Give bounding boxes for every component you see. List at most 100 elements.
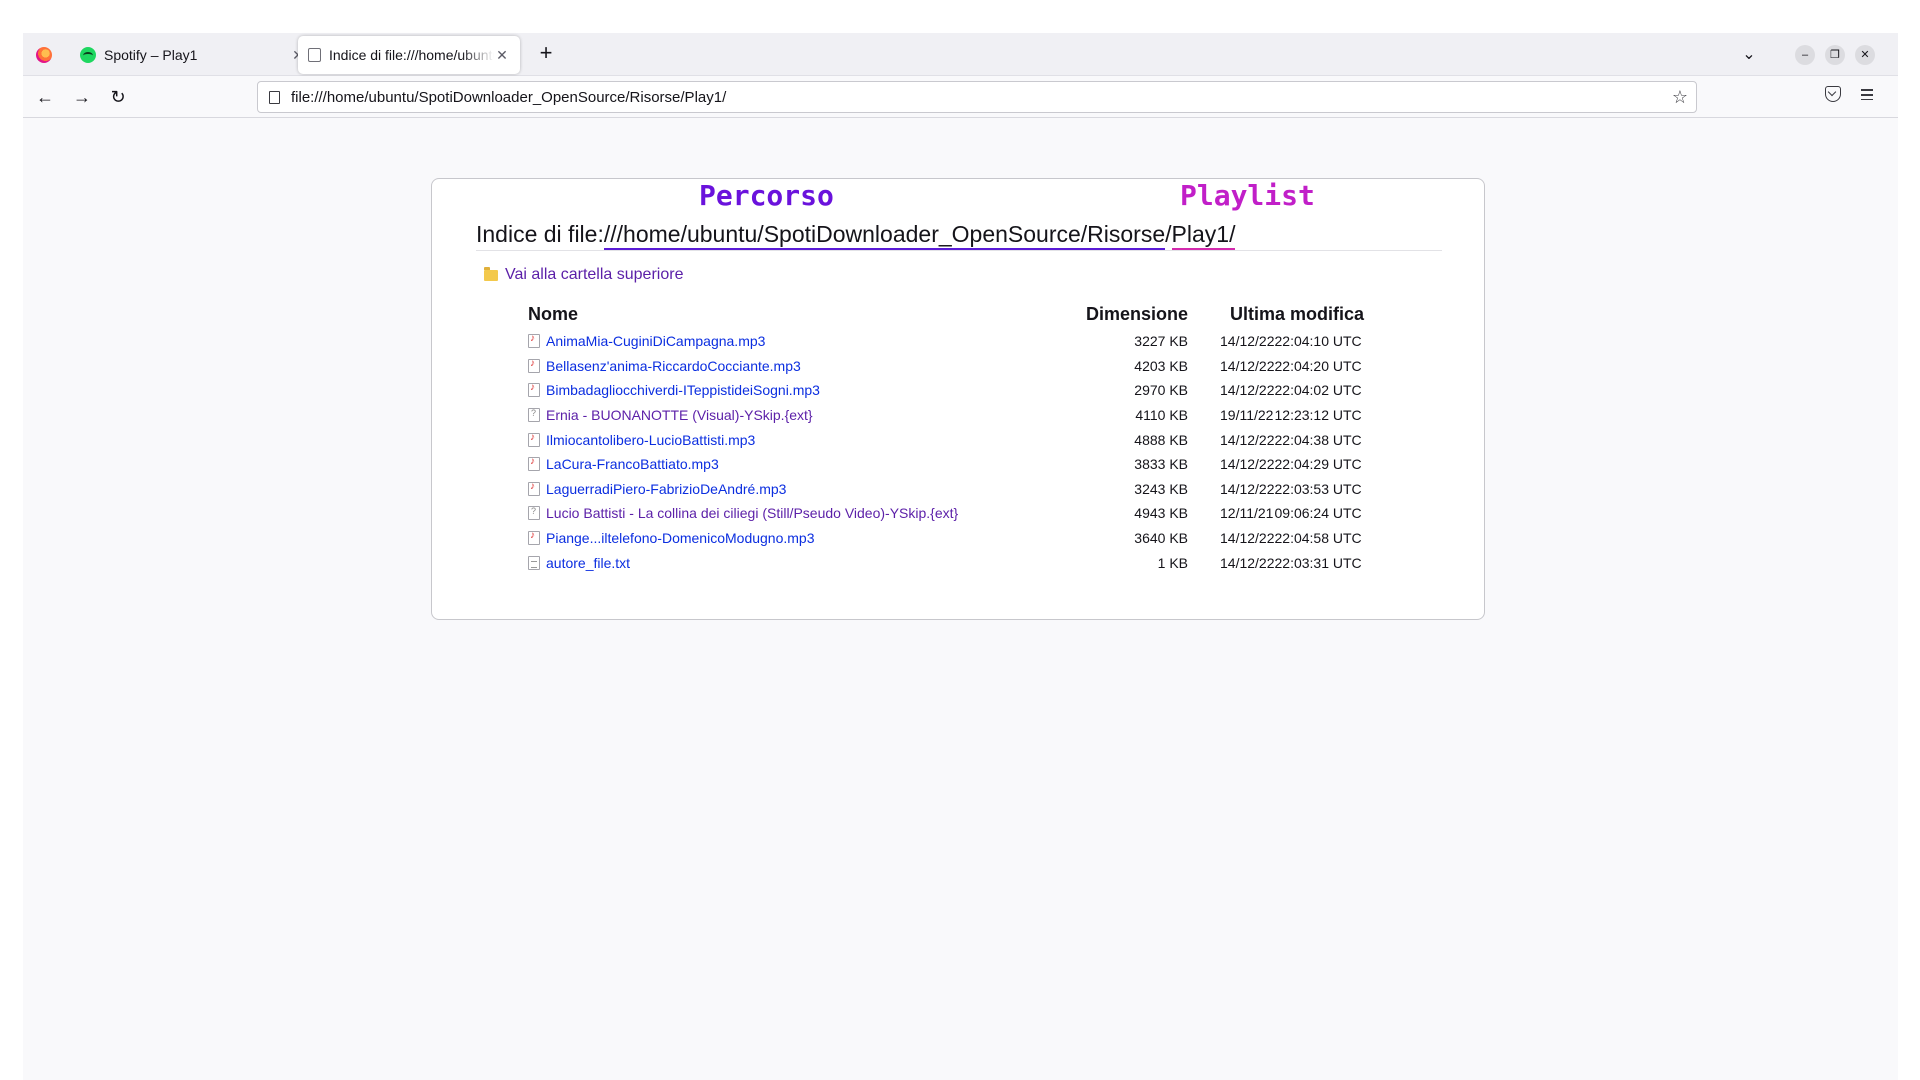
file-date: 14/12/22 (1220, 333, 1275, 350)
table-row: LaCura-FrancoBattiato.mp3 3833 KB 14/12/22… (528, 452, 1364, 477)
file-link[interactable]: LaguerradiPiero-FabrizioDeAndré.mp3 (546, 481, 786, 497)
tab-file-index[interactable]: Indice di file:///home/ubuntu/SpotiDownl… (298, 36, 520, 74)
unknown-file-icon (528, 408, 540, 423)
column-header-modified[interactable]: Ultima modifica (1188, 303, 1364, 329)
firefox-icon[interactable] (36, 47, 52, 63)
bookmark-star-icon[interactable]: ☆ (1672, 87, 1688, 108)
table-row: Bimbadagliocchiverdi-ITeppistideiSogni.m… (528, 378, 1364, 403)
table-row: Bellasenz'anima-RiccardoCocciante.mp3 420… (528, 354, 1364, 379)
column-header-name[interactable]: Nome (528, 303, 1068, 329)
page-title: Indice di file:///home/ubuntu/SpotiDownl… (476, 221, 1236, 251)
close-window-button[interactable]: ✕ (1855, 45, 1875, 65)
audio-file-icon (528, 530, 540, 546)
restore-button[interactable]: ❐ (1825, 45, 1845, 65)
file-link[interactable]: Piange...iltelefono-DomenicoModugno.mp3 (546, 530, 815, 546)
file-date: 14/12/22 (1220, 382, 1275, 399)
file-time: 22:03:31 UTC (1274, 554, 1362, 571)
file-size: 4203 KB (1134, 357, 1188, 374)
file-size: 4110 KB (1135, 407, 1188, 424)
reload-icon[interactable]: ↻ (106, 85, 130, 109)
table-row: Piange...iltelefono-DomenicoModugno.mp3 3… (528, 526, 1364, 551)
file-time: 22:04:38 UTC (1274, 431, 1362, 448)
file-size: 4943 KB (1134, 505, 1188, 522)
page-content: Percorso Playlist Indice di file:///home… (23, 119, 1898, 1080)
page-icon (308, 48, 321, 62)
file-name-cell: Piange...iltelefono-DomenicoModugno.mp3 (528, 526, 1068, 551)
file-time: 22:04:29 UTC (1274, 456, 1362, 473)
file-name-cell: LaguerradiPiero-FabrizioDeAndré.mp3 (528, 477, 1068, 502)
table-row: Ernia - BUONANOTTE (Visual)-YSkip.{ext} 4… (528, 403, 1364, 428)
file-link[interactable]: LaCura-FrancoBattiato.mp3 (546, 456, 719, 472)
file-name-cell: Ilmiocantolibero-LucioBattisti.mp3 (528, 427, 1068, 452)
file-link[interactable]: Lucio Battisti - La collina dei ciliegi … (546, 505, 958, 521)
tab-list-chevron-down-icon[interactable]: ⌄ (1739, 44, 1759, 64)
heading-path: ///home/ubuntu/SpotiDownloader_OpenSourc… (603, 221, 1166, 251)
table-header-row: Nome Dimensione Ultima modifica (528, 303, 1364, 329)
navigation-bar: ← → ↻ file:///home/ubuntu/SpotiDownloade… (23, 76, 1898, 118)
text-file-icon (528, 555, 540, 570)
file-time: 22:04:58 UTC (1274, 530, 1362, 547)
audio-file-icon (528, 333, 540, 349)
table-row: Ilmiocantolibero-LucioBattisti.mp3 4888 K… (528, 427, 1364, 452)
parent-folder-link[interactable]: Vai alla cartella superiore (484, 266, 683, 284)
file-name-cell: Bimbadagliocchiverdi-ITeppistideiSogni.m… (528, 378, 1068, 403)
file-list: AnimaMia-CuginiDiCampagna.mp3 3227 KB 14/1… (528, 329, 1364, 575)
table-row: autore_file.txt 1 KB 14/12/22 22:03:31 UTC (528, 550, 1364, 575)
divider (476, 250, 1442, 251)
file-size: 1 KB (1157, 554, 1188, 571)
file-date: 19/11/22 (1220, 407, 1274, 424)
playlist-label: Playlist (1180, 179, 1315, 212)
forward-arrow-icon[interactable]: → (70, 85, 94, 109)
parent-folder-label: Vai alla cartella superiore (505, 266, 684, 283)
table-row: Lucio Battisti - La collina dei ciliegi … (528, 501, 1364, 526)
file-size: 3833 KB (1134, 456, 1188, 473)
audio-file-icon (528, 432, 540, 447)
close-tab-icon[interactable]: ✕ (494, 47, 510, 64)
browser-window: Spotify – Play1 ✕ Indice di file:///home… (23, 33, 1898, 1080)
file-size: 3227 KB (1134, 333, 1188, 350)
file-date: 14/12/22 (1220, 431, 1275, 448)
file-link[interactable]: autore_file.txt (546, 555, 630, 571)
file-size: 3640 KB (1134, 530, 1188, 547)
file-size: 2970 KB (1134, 382, 1188, 399)
tab-spotify[interactable]: Spotify – Play1 ✕ (70, 36, 316, 74)
table-row: LaguerradiPiero-FabrizioDeAndré.mp3 3243 … (528, 477, 1364, 502)
table-row: AnimaMia-CuginiDiCampagna.mp3 3227 KB 14/1… (528, 329, 1364, 354)
back-arrow-icon[interactable]: ← (33, 85, 57, 109)
file-link[interactable]: Ilmiocantolibero-LucioBattisti.mp3 (546, 432, 755, 448)
heading-playlist: Play1/ (1171, 221, 1236, 251)
page-icon (269, 90, 280, 104)
file-time: 22:04:20 UTC (1274, 357, 1362, 374)
audio-file-icon (528, 382, 540, 398)
url-text[interactable]: file:///home/ubuntu/SpotiDownloader_Open… (291, 89, 1672, 106)
file-time: 09:06:24 UTC (1274, 505, 1362, 522)
audio-file-icon (528, 456, 540, 472)
file-size: 3243 KB (1134, 480, 1188, 497)
file-name-cell: Ernia - BUONANOTTE (Visual)-YSkip.{ext} (528, 403, 1068, 428)
heading-prefix: Indice di file: (476, 221, 604, 247)
tab-bar: Spotify – Play1 ✕ Indice di file:///home… (23, 33, 1898, 76)
file-link[interactable]: AnimaMia-CuginiDiCampagna.mp3 (546, 333, 765, 349)
file-date: 14/12/22 (1220, 456, 1275, 473)
file-link[interactable]: Bimbadagliocchiverdi-ITeppistideiSogni.m… (546, 382, 820, 398)
url-bar[interactable]: file:///home/ubuntu/SpotiDownloader_Open… (257, 81, 1697, 113)
hamburger-menu-icon[interactable] (1859, 86, 1875, 106)
file-name-cell: LaCura-FrancoBattiato.mp3 (528, 452, 1068, 477)
file-link[interactable]: Ernia - BUONANOTTE (Visual)-YSkip.{ext} (546, 407, 813, 423)
tab-title: Spotify – Play1 (104, 47, 198, 63)
heading-separator: / (1165, 221, 1172, 247)
pocket-icon[interactable] (1825, 86, 1841, 102)
folder-up-icon (484, 266, 498, 281)
audio-file-icon (528, 358, 540, 373)
audio-file-icon (528, 481, 540, 496)
new-tab-button[interactable]: + (533, 41, 559, 67)
file-name-cell: Lucio Battisti - La collina dei ciliegi … (528, 501, 1068, 526)
file-link[interactable]: Bellasenz'anima-RiccardoCocciante.mp3 (546, 358, 801, 374)
file-name-cell: autore_file.txt (528, 550, 1068, 575)
file-date: 14/12/22 (1220, 357, 1275, 374)
minimize-button[interactable]: – (1795, 45, 1815, 65)
file-time: 22:04:10 UTC (1274, 333, 1362, 350)
spotify-icon (80, 47, 96, 63)
file-size: 4888 KB (1134, 431, 1188, 448)
column-header-size[interactable]: Dimensione (1068, 303, 1188, 329)
